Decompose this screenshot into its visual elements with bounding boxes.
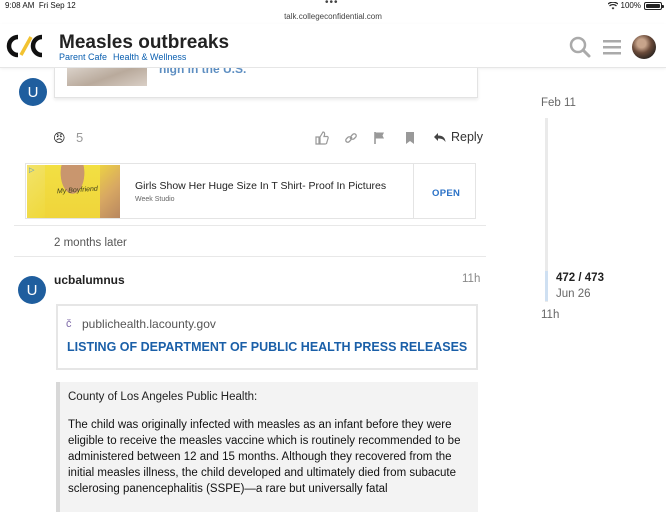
multitask-dots-icon[interactable]: ••• — [325, 0, 339, 8]
ad-source: Week Studio — [135, 196, 175, 203]
timeline-position: 472 / 473 — [556, 272, 604, 284]
ad-open-button[interactable]: OPEN — [432, 188, 460, 199]
site-header: Measles outbreaks Parent Cafe Health & W… — [0, 24, 666, 68]
breadcrumb-parent-cafe[interactable]: Parent Cafe — [59, 52, 107, 62]
onebox-title-link[interactable]: LISTING OF DEPARTMENT OF PUBLIC HEALTH P… — [67, 340, 467, 354]
timeline-start-date[interactable]: Feb 11 — [541, 97, 576, 109]
post1-link-card[interactable]: high in the U.S. — [54, 68, 478, 98]
link-card-thumbnail — [67, 68, 147, 86]
like-icon[interactable] — [315, 131, 329, 145]
status-time: 9:08 AM Fri Sep 12 — [5, 1, 76, 10]
battery-icon — [644, 1, 664, 10]
angry-emoji-icon: 😠 — [53, 131, 66, 145]
divider — [14, 225, 486, 226]
timeline-handle[interactable] — [545, 271, 548, 301]
site-logo[interactable] — [6, 34, 44, 58]
status-bar: 9:08 AM Fri Sep 12 ••• 100% — [0, 0, 666, 12]
quote-heading: County of Los Angeles Public Health: — [68, 391, 258, 403]
time-gap-label: 2 months later — [54, 237, 127, 249]
onebox-domain[interactable]: publichealth.lacounty.gov — [82, 317, 216, 331]
ad-headline[interactable]: Girls Show Her Huge Size In T Shirt- Pro… — [135, 180, 386, 192]
status-right: 100% — [607, 1, 664, 10]
quote-body: The child was originally infected with m… — [68, 419, 461, 495]
reaction-summary[interactable]: 😠 5 — [53, 129, 83, 147]
breadcrumb: Parent Cafe Health & Wellness — [59, 52, 186, 62]
post2-timestamp[interactable]: 11h — [462, 273, 480, 285]
search-icon[interactable] — [569, 36, 591, 58]
battery-percent: 100% — [620, 1, 641, 10]
site-favicon-icon: č — [66, 318, 72, 330]
ad-image: My Boyfriend — [27, 165, 120, 218]
link-card-title: high in the U.S. — [159, 68, 247, 76]
reply-button[interactable]: Reply — [433, 130, 483, 144]
url-bar[interactable]: talk.collegeconfidential.com — [0, 12, 666, 24]
link-preview-onebox[interactable]: č publichealth.lacounty.gov LISTING OF D… — [56, 304, 478, 370]
url-text: talk.collegeconfidential.com — [284, 12, 382, 21]
blockquote: County of Los Angeles Public Health: The… — [56, 382, 478, 512]
link-icon[interactable] — [344, 131, 358, 145]
reply-icon — [434, 132, 446, 142]
bookmark-icon[interactable] — [403, 131, 417, 145]
flag-icon[interactable] — [373, 131, 387, 145]
timeline-end-date[interactable]: 11h — [541, 309, 559, 321]
post1-avatar[interactable]: U — [19, 78, 47, 106]
timeline-track[interactable] — [545, 118, 548, 302]
ad-banner[interactable]: My Boyfriend ▷ Girls Show Her Huge Size … — [25, 163, 476, 219]
ad-choices-icon[interactable]: ▷ — [29, 166, 34, 174]
page-title[interactable]: Measles outbreaks — [59, 32, 229, 54]
hamburger-menu-icon[interactable] — [601, 36, 623, 58]
wifi-icon — [607, 1, 618, 9]
timeline-position-date: Jun 26 — [556, 288, 591, 300]
user-avatar[interactable] — [632, 35, 656, 59]
divider — [14, 256, 486, 257]
reaction-count: 5 — [75, 130, 84, 145]
post2-avatar[interactable]: U — [18, 276, 46, 304]
breadcrumb-health-wellness[interactable]: Health & Wellness — [113, 52, 186, 62]
ad-divider — [413, 164, 414, 218]
post2-username[interactable]: ucbalumnus — [54, 273, 125, 287]
